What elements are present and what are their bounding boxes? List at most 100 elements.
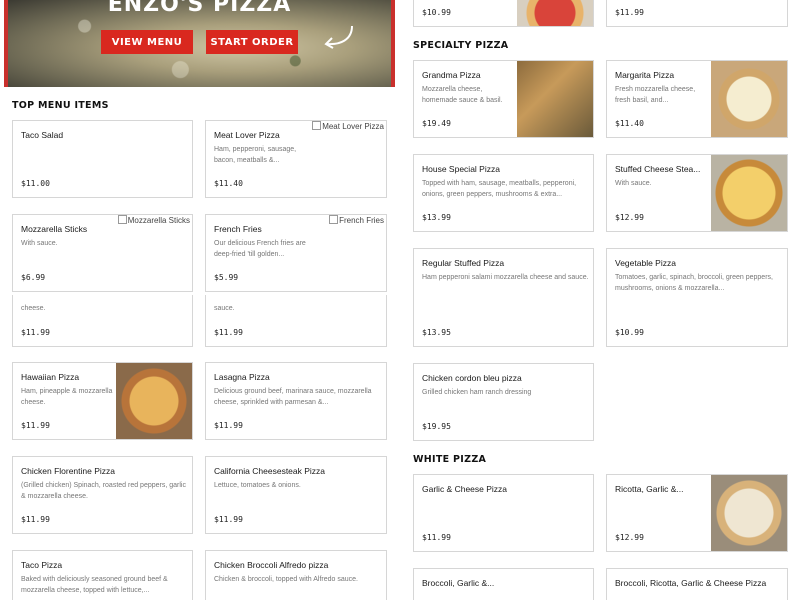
menu-item-card[interactable]: Garlic & Cheese Pizza $11.99	[413, 474, 594, 552]
item-photo	[517, 61, 593, 137]
menu-item-card[interactable]: California Cheesesteak Pizza Lettuce, to…	[205, 456, 387, 534]
item-price: $13.95	[422, 328, 451, 337]
menu-item-card[interactable]: Mozzarella Sticks With sauce. $6.99 Mozz…	[12, 214, 193, 292]
item-name: Mozzarella Sticks	[21, 224, 88, 234]
broken-image: Meat Lover Pizza	[312, 121, 384, 131]
item-description: (Grilled chicken) Spinach, roasted red p…	[21, 482, 186, 500]
menu-item-card[interactable]: Broccoli, Garlic &...	[413, 568, 594, 600]
item-name: Chicken Florentine Pizza	[21, 466, 116, 476]
item-description: Grilled chicken ham ranch dressing	[422, 389, 532, 396]
item-photo	[711, 155, 787, 231]
broken-image: Mozzarella Sticks	[118, 215, 190, 225]
menu-item-card[interactable]: Vegetable Pizza Tomatoes, garlic, spinac…	[606, 248, 788, 347]
item-photo	[711, 61, 787, 137]
start-order-button[interactable]: START ORDER	[206, 30, 298, 54]
menu-item-card[interactable]: Taco Salad $11.00	[12, 120, 193, 198]
menu-item-card[interactable]: $10.99	[413, 0, 594, 27]
menu-item-card[interactable]: House Special Pizza Topped with ham, sau…	[413, 154, 594, 232]
item-description: Our delicious French fries are deep-frie…	[214, 240, 306, 258]
menu-item-card[interactable]: French Fries Our delicious French fries …	[205, 214, 387, 292]
menu-item-card[interactable]: Chicken Broccoli Alfredo pizza Chicken &…	[205, 550, 387, 600]
menu-item-card[interactable]: Hawaiian Pizza Ham, pineapple & mozzarel…	[12, 362, 193, 440]
item-description: With sauce.	[21, 240, 58, 247]
item-description: Mozzarella cheese, homemade sauce & basi…	[422, 86, 503, 104]
section-title-specialty: SPECIALTY PIZZA	[413, 40, 509, 51]
item-name: House Special Pizza	[422, 164, 500, 174]
item-price: $11.40	[615, 119, 644, 128]
item-price: $19.95	[422, 422, 451, 431]
menu-item-card[interactable]: Stuffed Cheese Stea... With sauce. $12.9…	[606, 154, 788, 232]
item-name: Chicken Broccoli Alfredo pizza	[214, 560, 329, 570]
item-price: $10.99	[615, 328, 644, 337]
item-price: $19.49	[422, 119, 451, 128]
item-price: $5.99	[214, 273, 239, 282]
item-name: Stuffed Cheese Stea...	[615, 164, 701, 174]
menu-item-card[interactable]: Margarita Pizza Fresh mozzarella cheese,…	[606, 60, 788, 138]
menu-item-card[interactable]: Lasagna Pizza Delicious ground beef, mar…	[205, 362, 387, 440]
item-price: $11.99	[21, 515, 50, 524]
menu-item-card[interactable]: sauce. $11.99	[205, 295, 387, 347]
item-description: Ham, pepperoni, sausage, bacon, meatball…	[214, 146, 297, 164]
item-photo	[517, 0, 593, 26]
item-price: $11.99	[214, 421, 243, 430]
item-photo	[116, 363, 192, 439]
item-name: Ricotta, Garlic &...	[615, 484, 684, 494]
menu-item-card[interactable]: Taco Pizza Baked with deliciously season…	[12, 550, 193, 600]
item-name: Grandma Pizza	[422, 70, 481, 80]
item-price: $12.99	[615, 213, 644, 222]
item-name: Chicken cordon bleu pizza	[422, 373, 522, 383]
item-photo	[711, 475, 787, 551]
item-description: sauce.	[214, 305, 235, 312]
item-price: $11.99	[21, 328, 50, 337]
restaurant-title: ENZO'S PIZZA	[107, 0, 292, 17]
menu-item-card[interactable]: Grandma Pizza Mozzarella cheese, homemad…	[413, 60, 594, 138]
menu-item-card[interactable]: Ricotta, Garlic &... $12.99	[606, 474, 788, 552]
item-name: Hawaiian Pizza	[21, 372, 80, 382]
view-menu-button[interactable]: VIEW MENU	[101, 30, 193, 54]
item-price: $13.99	[422, 213, 451, 222]
item-price: $11.99	[21, 421, 50, 430]
menu-item-card[interactable]: Regular Stuffed Pizza Ham pepperoni sala…	[413, 248, 594, 347]
item-description: cheese.	[21, 305, 46, 312]
item-name: Broccoli, Ricotta, Garlic & Cheese Pizza	[615, 578, 767, 588]
item-price: $6.99	[21, 273, 46, 282]
section-title-top-menu: TOP MENU ITEMS	[12, 100, 109, 111]
item-price: $11.99	[615, 8, 644, 17]
menu-item-card[interactable]: Chicken Florentine Pizza (Grilled chicke…	[12, 456, 193, 534]
item-description: Baked with deliciously seasoned ground b…	[21, 576, 168, 594]
item-price: $11.99	[214, 515, 243, 524]
item-description: Tomatoes, garlic, spinach, broccoli, gre…	[615, 274, 773, 292]
item-name: Vegetable Pizza	[615, 258, 676, 268]
item-price: $11.00	[21, 179, 50, 188]
item-price: $11.99	[214, 328, 243, 337]
menu-item-card[interactable]: Broccoli, Ricotta, Garlic & Cheese Pizza	[606, 568, 788, 600]
item-name: French Fries	[214, 224, 262, 234]
menu-item-card[interactable]: Chicken cordon bleu pizza Grilled chicke…	[413, 363, 594, 441]
item-description: Ham pepperoni salami mozzarella cheese a…	[422, 274, 589, 281]
item-name: Taco Salad	[21, 130, 64, 140]
item-price: $11.99	[422, 533, 451, 542]
menu-item-card[interactable]: cheese. $11.99	[12, 295, 193, 347]
menu-item-card[interactable]: Meat Lover Pizza Ham, pepperoni, sausage…	[205, 120, 387, 198]
item-price: $10.99	[422, 8, 451, 17]
menu-item-card[interactable]: $11.99	[606, 0, 788, 27]
item-name: Taco Pizza	[21, 560, 63, 570]
section-title-white: WHITE PIZZA	[413, 454, 487, 465]
item-name: California Cheesesteak Pizza	[214, 466, 326, 476]
item-description: Topped with ham, sausage, meatballs, pep…	[422, 180, 577, 198]
item-description: Delicious ground beef, marinara sauce, m…	[214, 388, 372, 406]
item-description: Ham, pineapple & mozzarella cheese.	[21, 388, 113, 406]
item-name: Margarita Pizza	[615, 70, 675, 80]
item-description: Lettuce, tomatoes & onions.	[214, 482, 301, 489]
item-description: Chicken & broccoli, topped with Alfredo …	[214, 576, 358, 583]
item-description: With sauce.	[615, 180, 652, 187]
item-name: Lasagna Pizza	[214, 372, 270, 382]
hero-banner: ENZO'S PIZZA VIEW MENU START ORDER	[4, 0, 395, 87]
item-price: $11.40	[214, 179, 243, 188]
item-name: Regular Stuffed Pizza	[422, 258, 505, 268]
curved-arrow-icon	[324, 25, 353, 49]
item-name: Broccoli, Garlic &...	[422, 578, 495, 588]
item-price: $12.99	[615, 533, 644, 542]
item-name: Meat Lover Pizza	[214, 130, 280, 140]
broken-image: French Fries	[329, 215, 384, 225]
